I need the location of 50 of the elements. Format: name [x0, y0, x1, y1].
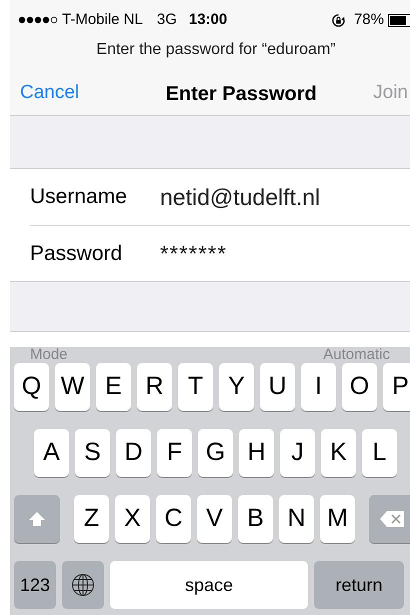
letter-key[interactable]: N: [279, 495, 314, 543]
letter-key[interactable]: Y: [219, 363, 254, 411]
letter-key[interactable]: E: [96, 363, 131, 411]
letter-key[interactable]: M: [320, 495, 355, 543]
mode-value: Automatic: [323, 347, 390, 363]
letter-key[interactable]: P: [383, 363, 410, 411]
letter-key[interactable]: L: [362, 429, 397, 477]
rotation-lock-icon: [330, 12, 346, 28]
prompt-text: Enter the password for “eduroam”: [95, 40, 337, 60]
globe-icon: [71, 573, 95, 597]
letter-key[interactable]: V: [197, 495, 232, 543]
nav-title: Enter Password: [166, 82, 317, 106]
delete-key[interactable]: [369, 495, 410, 543]
field-label: Password: [30, 240, 124, 267]
letter-key[interactable]: U: [260, 363, 295, 411]
letter-key[interactable]: B: [238, 495, 273, 543]
return-key[interactable]: return: [314, 561, 404, 609]
letter-key[interactable]: J: [280, 429, 315, 477]
letter-key[interactable]: S: [75, 429, 110, 477]
letter-key[interactable]: T: [178, 363, 213, 411]
letter-key[interactable]: G: [198, 429, 233, 477]
shift-key[interactable]: [14, 495, 60, 543]
letter-key[interactable]: I: [301, 363, 336, 411]
letter-key[interactable]: R: [137, 363, 172, 411]
letter-key[interactable]: Q: [14, 363, 49, 411]
network-type: 3G: [156, 10, 177, 30]
letter-key[interactable]: O: [342, 363, 377, 411]
letter-key[interactable]: X: [115, 495, 150, 543]
carrier-name: T-Mobile NL: [62, 10, 143, 30]
battery-icon: [388, 14, 410, 26]
letter-key[interactable]: H: [239, 429, 274, 477]
shift-arrow-icon: [28, 511, 46, 527]
mode-label: Mode: [30, 347, 68, 363]
space-key[interactable]: space: [110, 561, 308, 609]
username-field[interactable]: netid@tudelft.nl: [160, 180, 320, 214]
field-label: Username: [30, 184, 128, 210]
letter-key[interactable]: Z: [74, 495, 109, 543]
password-field[interactable]: *******: [160, 237, 227, 270]
letter-key[interactable]: A: [34, 429, 69, 477]
backspace-icon: [379, 510, 405, 528]
signal-strength-icon: [18, 16, 58, 24]
numbers-key[interactable]: 123: [14, 561, 56, 609]
letter-key[interactable]: W: [55, 363, 90, 411]
letter-key[interactable]: F: [157, 429, 192, 477]
letter-key[interactable]: C: [156, 495, 191, 543]
status-time: 13:00: [188, 10, 228, 30]
letter-key[interactable]: K: [321, 429, 356, 477]
letter-key[interactable]: D: [116, 429, 151, 477]
globe-key[interactable]: [62, 561, 104, 609]
battery-percentage: 78%: [354, 10, 384, 30]
